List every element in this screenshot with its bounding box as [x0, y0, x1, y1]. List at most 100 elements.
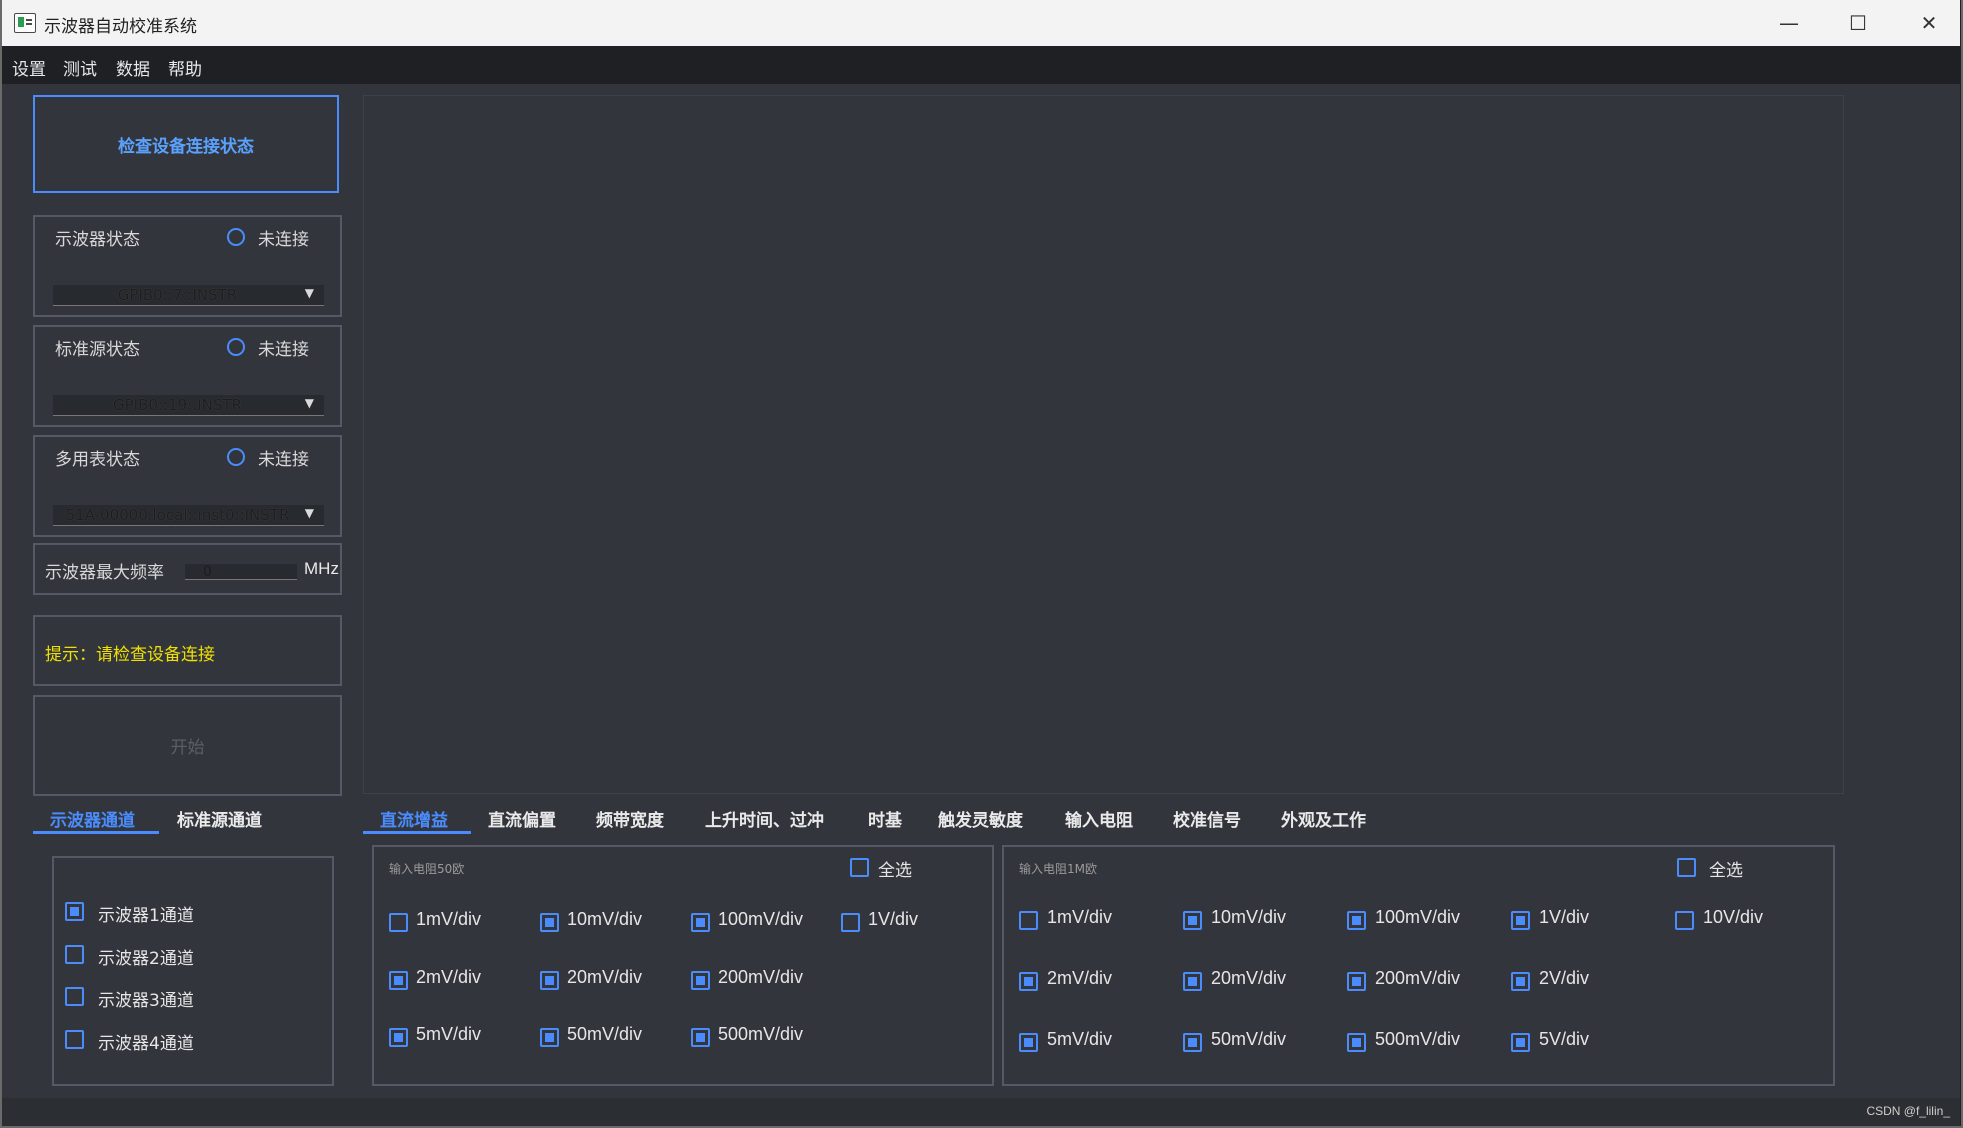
active-tab-indicator — [363, 831, 471, 834]
menu-bar: 设置 测试 数据 帮助 — [2, 46, 1960, 84]
multimeter-status-group: 多用表状态 未连接 51A-00000.local::inst0::INSTR … — [33, 435, 342, 537]
g50-20mv-checkbox[interactable] — [540, 971, 559, 990]
source-address-select[interactable]: GPIB0::19::INSTR ▼ — [53, 395, 324, 416]
g1m-10v-label: 10V/div — [1703, 907, 1764, 927]
tab-dc-offset[interactable]: 直流偏置 — [488, 806, 556, 831]
tab-dc-gain[interactable]: 直流增益 — [380, 806, 448, 831]
g50-1v-checkbox[interactable] — [841, 913, 860, 932]
tab-calibration-signal[interactable]: 校准信号 — [1173, 806, 1241, 831]
g1m-1v-label: 1V/div — [1539, 907, 1590, 927]
g1m-5mv-checkbox[interactable] — [1019, 1033, 1038, 1052]
input-50ohm-group: 输入电阻50欧 全选 1mV/div 10mV/div 100mV/div 1V… — [372, 845, 994, 1086]
g1m-50mv-checkbox[interactable] — [1183, 1033, 1202, 1052]
channel-1-checkbox[interactable] — [65, 902, 84, 921]
oscilloscope-status-label: 示波器状态 — [55, 230, 140, 250]
g1m-200mv-checkbox[interactable] — [1347, 972, 1366, 991]
g1m-100mv-checkbox[interactable] — [1347, 911, 1366, 930]
g50-50mv-checkbox[interactable] — [540, 1028, 559, 1047]
g1m-2v-checkbox[interactable] — [1511, 972, 1530, 991]
channel-3-label: 示波器3通道 — [98, 991, 194, 1011]
tab-appearance[interactable]: 外观及工作 — [1281, 806, 1366, 831]
dropdown-arrow-icon: ▼ — [304, 506, 314, 520]
g1m-10mv-label: 10mV/div — [1211, 907, 1287, 927]
max-frequency-group: 示波器最大频率 0 MHz — [33, 543, 342, 595]
channel-2-checkbox[interactable] — [65, 945, 84, 964]
g50-20mv-label: 20mV/div — [567, 967, 643, 987]
source-address-value: GPIB0::19::INSTR — [113, 396, 242, 414]
g50-100mv-checkbox[interactable] — [691, 913, 710, 932]
hint-text: 提示：请检查设备连接 — [45, 645, 215, 665]
g50-1v-label: 1V/div — [868, 909, 919, 929]
g50-10mv-checkbox[interactable] — [540, 913, 559, 932]
select-all-50ohm-label: 全选 — [878, 861, 912, 881]
channel-1-label: 示波器1通道 — [98, 906, 194, 926]
g1m-500mv-label: 500mV/div — [1375, 1029, 1461, 1049]
window-title: 示波器自动校准系统 — [44, 17, 197, 37]
oscilloscope-status-group: 示波器状态 未连接 GPIB0::7::INSTR ▼ — [33, 215, 342, 317]
tab-source-channel[interactable]: 标准源通道 — [177, 806, 262, 831]
input-1mohm-group: 输入电阻1M欧 全选 1mV/div 10mV/div 100mV/div 1V… — [1002, 845, 1835, 1086]
status-bar — [2, 1098, 1960, 1126]
tab-timebase[interactable]: 时基 — [868, 806, 902, 831]
tab-trigger-sensitivity[interactable]: 触发灵敏度 — [938, 806, 1023, 831]
source-status-label: 标准源状态 — [55, 340, 140, 360]
g1m-2mv-checkbox[interactable] — [1019, 972, 1038, 991]
tab-rise-time[interactable]: 上升时间、过冲 — [705, 806, 824, 831]
g50-2mv-checkbox[interactable] — [389, 971, 408, 990]
channel-4-label: 示波器4通道 — [98, 1034, 194, 1054]
minimize-button[interactable]: — — [1758, 0, 1820, 46]
g50-200mv-checkbox[interactable] — [691, 971, 710, 990]
g1m-1mv-checkbox[interactable] — [1019, 911, 1038, 930]
g50-500mv-label: 500mV/div — [718, 1024, 804, 1044]
g50-500mv-checkbox[interactable] — [691, 1028, 710, 1047]
menu-help[interactable]: 帮助 — [168, 55, 202, 80]
g50-1mv-checkbox[interactable] — [389, 913, 408, 932]
close-button[interactable]: ✕ — [1898, 0, 1960, 46]
max-frequency-label: 示波器最大频率 — [45, 563, 164, 583]
select-all-50ohm-checkbox[interactable] — [850, 858, 869, 877]
oscilloscope-address-select[interactable]: GPIB0::7::INSTR ▼ — [53, 285, 324, 306]
input-1mohm-title: 输入电阻1M欧 — [1019, 862, 1097, 876]
menu-test[interactable]: 测试 — [63, 55, 97, 80]
g1m-20mv-checkbox[interactable] — [1183, 972, 1202, 991]
multimeter-status-label: 多用表状态 — [55, 450, 140, 470]
multimeter-status-radio[interactable] — [227, 448, 245, 466]
channel-3-checkbox[interactable] — [65, 987, 84, 1006]
g50-100mv-label: 100mV/div — [718, 909, 804, 929]
channel-select-group: 示波器1通道 示波器2通道 示波器3通道 示波器4通道 — [52, 856, 334, 1086]
channel-4-checkbox[interactable] — [65, 1030, 84, 1049]
g50-2mv-label: 2mV/div — [416, 967, 482, 987]
multimeter-status-text: 未连接 — [258, 450, 309, 470]
tab-input-resistance[interactable]: 输入电阻 — [1065, 806, 1133, 831]
source-status-radio[interactable] — [227, 338, 245, 356]
tab-oscilloscope-channel[interactable]: 示波器通道 — [50, 806, 135, 831]
maximize-button[interactable]: ☐ — [1827, 0, 1889, 46]
tab-bandwidth[interactable]: 频带宽度 — [596, 806, 664, 831]
oscilloscope-status-text: 未连接 — [258, 230, 309, 250]
g50-5mv-checkbox[interactable] — [389, 1028, 408, 1047]
app-window: 示波器自动校准系统 — ☐ ✕ 设置 测试 数据 帮助 检查设备连接状态 示波器… — [2, 0, 1961, 1126]
g50-10mv-label: 10mV/div — [567, 909, 643, 929]
hint-box: 提示：请检查设备连接 — [33, 615, 342, 686]
check-connection-button[interactable]: 检查设备连接状态 — [33, 95, 339, 193]
oscilloscope-status-radio[interactable] — [227, 228, 245, 246]
dropdown-arrow-icon: ▼ — [304, 286, 314, 300]
max-frequency-input[interactable]: 0 — [185, 564, 297, 580]
select-all-1mohm-checkbox[interactable] — [1677, 858, 1696, 877]
g50-5mv-label: 5mV/div — [416, 1024, 482, 1044]
g1m-1v-checkbox[interactable] — [1511, 911, 1530, 930]
g1m-50mv-label: 50mV/div — [1211, 1029, 1287, 1049]
input-50ohm-title: 输入电阻50欧 — [389, 862, 465, 876]
menu-settings[interactable]: 设置 — [12, 55, 46, 80]
multimeter-address-select[interactable]: 51A-00000.local::inst0::INSTR ▼ — [53, 505, 324, 526]
g1m-500mv-checkbox[interactable] — [1347, 1033, 1366, 1052]
g1m-5v-checkbox[interactable] — [1511, 1033, 1530, 1052]
menu-data[interactable]: 数据 — [116, 55, 150, 80]
start-button[interactable]: 开始 — [33, 695, 342, 796]
g1m-10v-checkbox[interactable] — [1675, 911, 1694, 930]
oscilloscope-address-value: GPIB0::7::INSTR — [117, 286, 238, 304]
g1m-10mv-checkbox[interactable] — [1183, 911, 1202, 930]
plot-area — [363, 95, 1844, 794]
g50-1mv-label: 1mV/div — [416, 909, 482, 929]
max-frequency-unit: MHz — [304, 559, 339, 578]
